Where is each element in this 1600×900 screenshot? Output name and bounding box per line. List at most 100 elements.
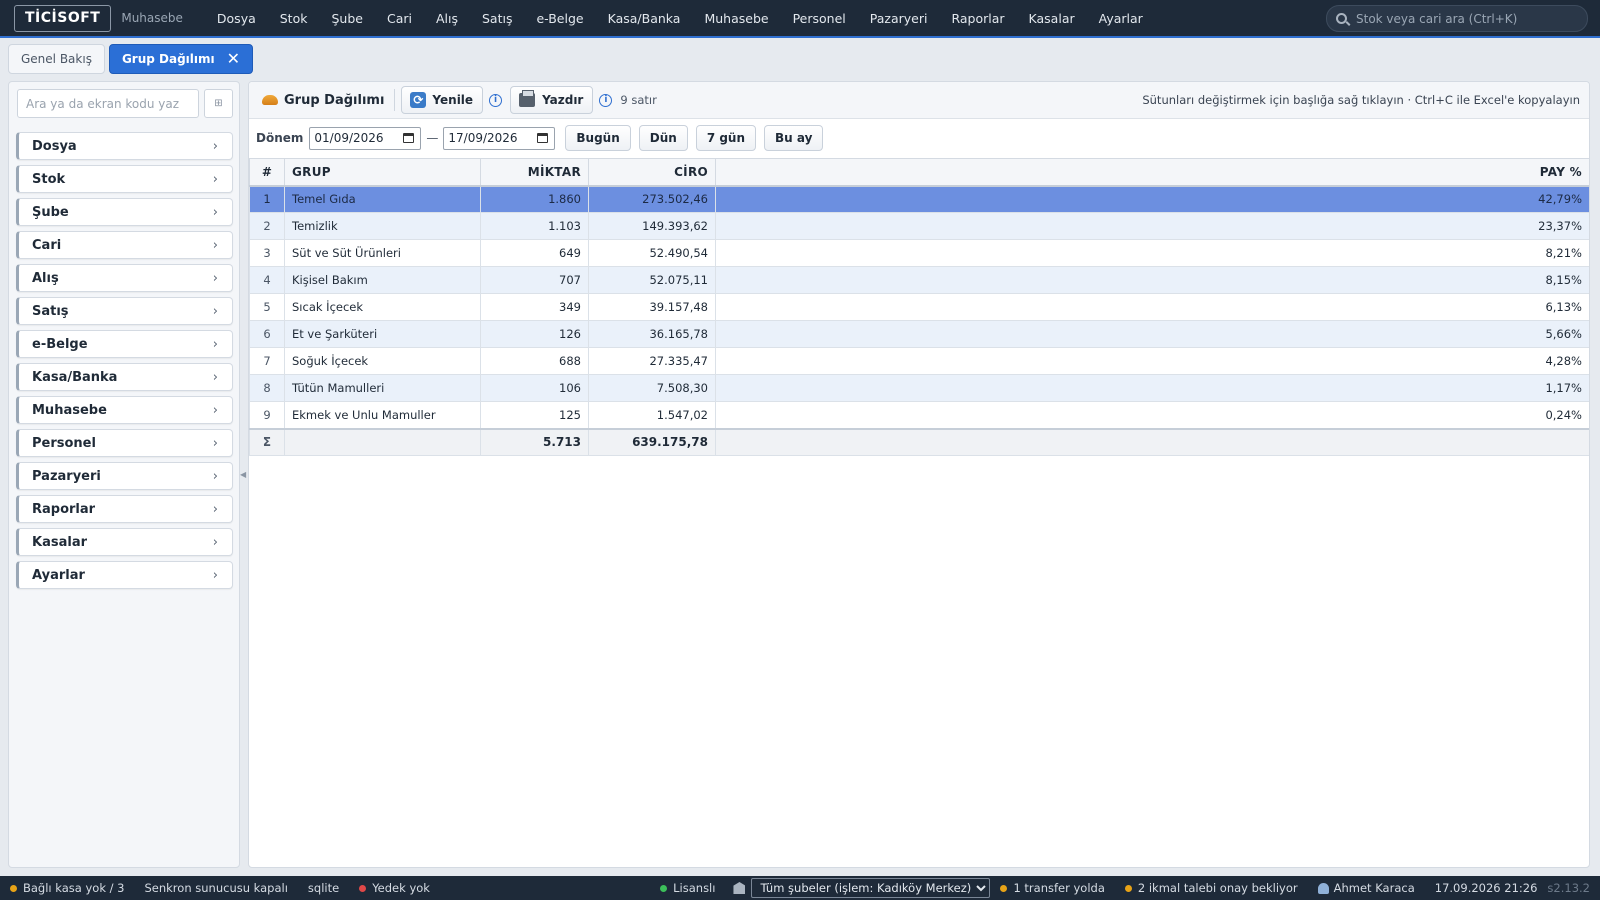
sidebar-item-label: Kasalar <box>32 534 87 550</box>
collapse-sidebar-icon[interactable]: ◀ <box>240 470 246 479</box>
sidebar-item-raporlar[interactable]: Raporlar › <box>16 495 233 523</box>
column-header-revenue[interactable]: CİRO <box>588 158 716 187</box>
sidebar-item-label: Cari <box>32 237 62 253</box>
close-icon[interactable]: ✕ <box>227 51 240 67</box>
sidebar-item-kasalar[interactable]: Kasalar › <box>16 528 233 556</box>
sidebar-item-personel[interactable]: Personel › <box>16 429 233 457</box>
column-header-quantity[interactable]: MİKTAR <box>480 158 589 187</box>
branch-select[interactable]: Tüm şubeler (işlem: Kadıköy Merkez) <box>751 878 991 898</box>
table-body: 1 Temel Gıda 1.860 273.502,46 42,79% 2 Temizli… <box>249 185 1589 456</box>
sidebar-item-muhasebe[interactable]: Muhasebe › <box>16 396 233 424</box>
cell-row-index: 3 <box>249 239 285 267</box>
table-row[interactable]: 4 Kişisel Bakım 707 52.075,11 8,15% <box>249 266 1589 294</box>
quick-range-bugun-button[interactable]: Bugün <box>565 125 631 151</box>
refresh-button[interactable]: ⟳ Yenile <box>401 86 484 114</box>
quick-range-dun-button[interactable]: Dün <box>638 125 688 151</box>
cell-share: 1,17% <box>715 374 1589 402</box>
menu-item-pazaryeri[interactable]: Pazaryeri <box>858 0 940 36</box>
menu-item-ayarlar[interactable]: Ayarlar <box>1087 0 1155 36</box>
sidebar-search-input[interactable] <box>17 89 199 118</box>
menu-item-e-belge[interactable]: e-Belge <box>524 0 595 36</box>
sidebar-item-sube[interactable]: Şube › <box>16 198 233 226</box>
current-user-name: Ahmet Karaca <box>1333 881 1415 895</box>
sidebar: ⊞ Dosya›Stok›Şube›Cari›Alış›Satış›e-Belg… <box>8 81 240 868</box>
sidebar-item-satis[interactable]: Satış › <box>16 297 233 325</box>
cell-quantity: 1.860 <box>480 185 589 213</box>
app-version: s2.13.2 <box>1547 881 1590 895</box>
clock-text: 17.09.2026 21:26 <box>1434 881 1538 895</box>
menu-item-sube[interactable]: Şube <box>319 0 374 36</box>
cell-row-index: 8 <box>249 374 285 402</box>
sidebar-item-ayarlar[interactable]: Ayarlar › <box>16 561 233 589</box>
grid-view-icon[interactable]: ⊞ <box>204 89 233 118</box>
menu-item-dosya[interactable]: Dosya <box>205 0 268 36</box>
table-row[interactable]: 2 Temizlik 1.103 149.393,62 23,37% <box>249 212 1589 240</box>
table-row[interactable]: 1 Temel Gıda 1.860 273.502,46 42,79% <box>249 185 1589 213</box>
pending-approval-status[interactable]: 2 ikmal talebi onay bekliyor <box>1124 881 1298 895</box>
report-panel: Grup Dağılımı ⟳ Yenile i Yazdır i 9 satı… <box>248 81 1590 868</box>
sidebar-item-label: e-Belge <box>32 336 88 352</box>
cell-share: 8,15% <box>715 266 1589 294</box>
cell-share: 0,24% <box>715 401 1589 429</box>
menu-item-alis[interactable]: Alış <box>424 0 470 36</box>
table-row[interactable]: 3 Süt ve Süt Ürünleri 649 52.490,54 8,21% <box>249 239 1589 267</box>
sidebar-item-e-belge[interactable]: e-Belge › <box>16 330 233 358</box>
cell-revenue: 52.075,11 <box>588 266 716 294</box>
table-row[interactable]: 7 Soğuk İçecek 688 27.335,47 4,28% <box>249 347 1589 375</box>
sidebar-item-kasa-banka[interactable]: Kasa/Banka › <box>16 363 233 391</box>
cell-share: 23,37% <box>715 212 1589 240</box>
current-user[interactable]: Ahmet Karaca <box>1317 881 1415 895</box>
sidebar-item-dosya[interactable]: Dosya › <box>16 132 233 160</box>
pending-approval-text: 2 ikmal talebi onay bekliyor <box>1137 881 1298 895</box>
menu-item-cari[interactable]: Cari <box>375 0 424 36</box>
cell-quantity: 688 <box>480 347 589 375</box>
start-date-field[interactable]: 01/09/2026 <box>309 126 422 150</box>
table-row[interactable]: 5 Sıcak İçecek 349 39.157,48 6,13% <box>249 293 1589 321</box>
menu-item-personel[interactable]: Personel <box>781 0 858 36</box>
sidebar-item-label: Muhasebe <box>32 402 107 418</box>
table-row[interactable]: 6 Et ve Şarküteri 126 36.165,78 5,66% <box>249 320 1589 348</box>
tab-group-distribution[interactable]: Grup Dağılımı ✕ <box>108 44 254 74</box>
chevron-right-icon: › <box>212 369 218 385</box>
table-row[interactable]: 8 Tütün Mamulleri 106 7.508,30 1,17% <box>249 374 1589 402</box>
chevron-right-icon: › <box>212 270 218 286</box>
print-info-icon[interactable]: i <box>599 93 613 107</box>
tab-overview[interactable]: Genel Bakış <box>8 44 105 74</box>
refresh-info-icon[interactable]: i <box>489 93 503 107</box>
column-header-share[interactable]: PAY % <box>715 158 1589 187</box>
menu-item-kasalar[interactable]: Kasalar <box>1017 0 1087 36</box>
tab-bar: Genel Bakış Grup Dağılımı ✕ <box>0 40 1600 78</box>
quick-range-bu-ay-button[interactable]: Bu ay <box>764 125 824 151</box>
global-search[interactable] <box>1326 5 1588 32</box>
table-sum-row: Σ 5.713 639.175,78 <box>249 427 1589 456</box>
menu-item-raporlar[interactable]: Raporlar <box>939 0 1016 36</box>
calendar-icon[interactable] <box>403 133 415 143</box>
column-header-group[interactable]: GRUP <box>284 158 481 187</box>
menu-item-satis[interactable]: Satış <box>470 0 524 36</box>
transfer-status[interactable]: 1 transfer yolda <box>1000 881 1105 895</box>
chevron-right-icon: › <box>212 402 218 418</box>
sidebar-item-cari[interactable]: Cari › <box>16 231 233 259</box>
print-button[interactable]: Yazdır <box>510 86 594 114</box>
chevron-right-icon: › <box>212 138 218 154</box>
column-header-index[interactable]: # <box>249 158 285 187</box>
calendar-icon[interactable] <box>537 133 549 143</box>
app-logo[interactable]: TİCİSOFT <box>14 4 112 32</box>
menu-item-kasa-banka[interactable]: Kasa/Banka <box>596 0 693 36</box>
sidebar-item-label: Pazaryeri <box>32 468 101 484</box>
cell-quantity: 1.103 <box>480 212 589 240</box>
database-status-text: sqlite <box>307 881 340 895</box>
menu-item-stok[interactable]: Stok <box>268 0 320 36</box>
menu-item-muhasebe[interactable]: Muhasebe <box>692 0 780 36</box>
module-name: Muhasebe <box>121 11 183 25</box>
end-date-field[interactable]: 17/09/2026 <box>443 126 556 150</box>
global-search-input[interactable] <box>1356 11 1576 26</box>
sidebar-item-pazaryeri[interactable]: Pazaryeri › <box>16 462 233 490</box>
quick-range-7-gun-button[interactable]: 7 gün <box>695 125 757 151</box>
sum-share-empty <box>715 427 1589 456</box>
table-row[interactable]: 9 Ekmek ve Unlu Mamuller 125 1.547,02 0,24% <box>249 401 1589 429</box>
quick-range-buttons: Bugün Dün 7 gün Bu ay <box>557 125 824 151</box>
sync-status: Senkron sunucusu kapalı <box>144 881 287 895</box>
sidebar-item-stok[interactable]: Stok › <box>16 165 233 193</box>
sidebar-item-alis[interactable]: Alış › <box>16 264 233 292</box>
